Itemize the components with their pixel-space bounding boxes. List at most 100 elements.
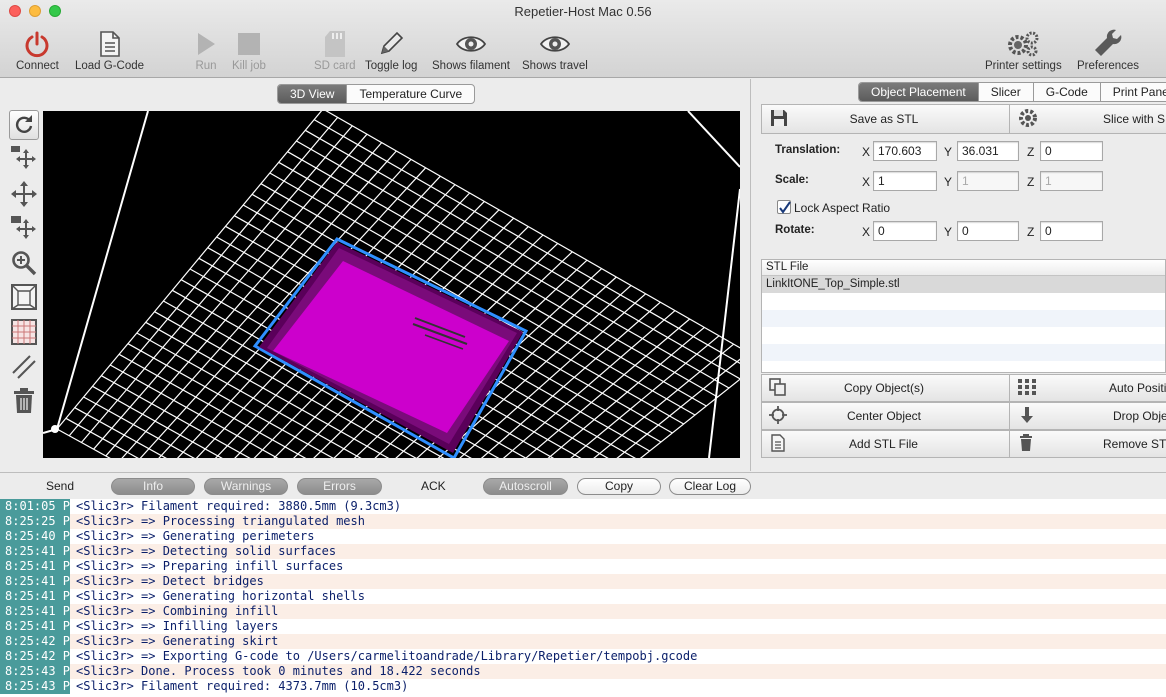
copy-log-button[interactable]: Copy — [577, 478, 661, 495]
scale-x-input[interactable]: 1 — [873, 171, 937, 191]
tab-object-placement[interactable]: Object Placement — [859, 83, 979, 101]
send-label[interactable]: Send — [46, 479, 74, 493]
remove-stl-button[interactable]: Remove STL — [1009, 430, 1166, 458]
translation-z-input[interactable]: 0 — [1040, 141, 1103, 161]
run-button[interactable]: Run — [194, 28, 218, 72]
lock-aspect-checkbox[interactable] — [777, 200, 791, 214]
log-row: 8:25:42 P <Slic3r> => Generating skirt — [0, 634, 1166, 649]
camera-move-icon — [10, 145, 38, 176]
trash-icon — [12, 387, 36, 418]
toggle-log-button[interactable]: Toggle log — [365, 28, 417, 72]
move-object-button[interactable] — [9, 215, 39, 245]
log-row: 8:25:43 P <Slic3r> Filament required: 437… — [0, 679, 1166, 694]
top-view-button[interactable] — [9, 318, 39, 348]
log-time: 8:25:43 P — [0, 679, 70, 694]
drop-object-button[interactable]: Drop Obje — [1009, 402, 1166, 430]
delete-object-button[interactable] — [9, 387, 39, 417]
parallel-projection-button[interactable] — [9, 353, 39, 383]
crosshair-icon — [769, 405, 787, 427]
stl-file-column-header[interactable]: STL File — [762, 260, 1165, 276]
zoom-button[interactable] — [9, 249, 39, 279]
tab-gcode[interactable]: G-Code — [1034, 83, 1101, 101]
view-tab-bar: 3D View Temperature Curve — [277, 84, 476, 104]
log-message: <Slic3r> => Exporting G-code to /Users/c… — [76, 649, 698, 663]
copy-objects-button[interactable]: Copy Object(s) — [761, 374, 1010, 402]
magnifier-icon — [11, 250, 37, 279]
log-message: <Slic3r> => Detect bridges — [76, 574, 264, 588]
errors-filter-toggle[interactable]: Errors — [297, 478, 382, 495]
auto-position-button[interactable]: Auto Positi — [1009, 374, 1166, 402]
log-row: 8:25:42 P <Slic3r> => Exporting G-code to… — [0, 649, 1166, 664]
run-label: Run — [195, 60, 217, 72]
ack-label[interactable]: ACK — [421, 479, 446, 493]
eye-icon — [455, 28, 487, 60]
tab-slicer[interactable]: Slicer — [979, 83, 1034, 101]
kill-job-button[interactable]: Kill job — [232, 28, 266, 72]
drop-object-label: Drop Obje — [1113, 409, 1166, 423]
connect-button[interactable]: Connect — [16, 28, 59, 72]
translation-x-input[interactable]: 170.603 — [873, 141, 937, 161]
log-message: <Slic3r> => Generating horizontal shells — [76, 589, 365, 603]
scale-label: Scale: — [775, 174, 809, 186]
translation-y-input[interactable]: 36.031 — [957, 141, 1019, 161]
move-arrows-icon — [10, 180, 38, 211]
tab-3d-view[interactable]: 3D View — [278, 85, 348, 103]
auto-position-label: Auto Positi — [1109, 381, 1166, 395]
warnings-filter-toggle[interactable]: Warnings — [204, 478, 288, 495]
log-row: 8:25:40 P <Slic3r> => Generating perimete… — [0, 529, 1166, 544]
lock-aspect-label: Lock Aspect Ratio — [794, 201, 891, 215]
save-stl-button[interactable]: Save as STL — [761, 104, 1010, 134]
clear-log-button[interactable]: Clear Log — [669, 478, 751, 495]
parallel-lines-icon — [10, 353, 38, 384]
preferences-button[interactable]: Preferences — [1077, 28, 1139, 72]
rotate-camera-button[interactable] — [9, 145, 39, 175]
log-message: <Slic3r> => Processing triangulated mesh — [76, 514, 365, 528]
tab-temperature-curve[interactable]: Temperature Curve — [347, 85, 474, 103]
log-message: <Slic3r> Filament required: 4373.7mm (10… — [76, 679, 409, 693]
sd-card-button[interactable]: SD card — [314, 28, 356, 72]
rotate-z-input[interactable]: 0 — [1040, 221, 1103, 241]
shows-filament-button[interactable]: Shows filament — [432, 28, 510, 72]
add-stl-button[interactable]: Add STL File — [761, 430, 1010, 458]
move-view-button[interactable] — [9, 180, 39, 210]
stop-icon — [236, 28, 262, 60]
load-gcode-button[interactable]: Load G-Code — [75, 28, 144, 72]
log-row: 8:25:41 P <Slic3r> => Generating horizont… — [0, 589, 1166, 604]
rotate-x-input[interactable]: 0 — [873, 221, 937, 241]
reset-view-button[interactable] — [9, 110, 39, 140]
shows-filament-label: Shows filament — [432, 60, 510, 72]
scale-z-input: 1 — [1040, 171, 1103, 191]
printer-settings-button[interactable]: Printer settings — [985, 28, 1062, 72]
power-icon — [23, 28, 51, 60]
pencil-icon — [377, 28, 405, 60]
refresh-icon — [13, 113, 35, 138]
sd-card-label: SD card — [314, 60, 356, 72]
log-time: 8:25:41 P — [0, 604, 70, 619]
wrench-icon — [1093, 28, 1123, 60]
right-tab-bar: Object Placement Slicer G-Code Print Pan… — [858, 82, 1166, 102]
shows-travel-label: Shows travel — [522, 60, 588, 72]
rotate-y-label: Y — [944, 225, 953, 239]
log-row: 8:25:41 P <Slic3r> => Detecting solid sur… — [0, 544, 1166, 559]
shows-travel-button[interactable]: Shows travel — [522, 28, 588, 72]
connect-label: Connect — [16, 60, 59, 72]
log-time: 8:25:43 P — [0, 664, 70, 679]
rotate-y-input[interactable]: 0 — [957, 221, 1019, 241]
info-filter-toggle[interactable]: Info — [111, 478, 195, 495]
center-object-label: Center Object — [846, 409, 922, 423]
tab-print-panel[interactable]: Print Panel — [1101, 83, 1166, 101]
log-list[interactable]: 8:01:05 P <Slic3r> Filament required: 388… — [0, 499, 1166, 697]
3d-viewport[interactable] — [43, 111, 740, 458]
center-object-button[interactable]: Center Object — [761, 402, 1010, 430]
arrow-down-icon — [1019, 406, 1035, 427]
kill-job-label: Kill job — [232, 60, 266, 72]
eye-icon — [539, 28, 571, 60]
iso-view-button[interactable] — [9, 283, 39, 313]
scale-y-input: 1 — [957, 171, 1019, 191]
slice-with-button[interactable]: Slice with S — [1009, 104, 1166, 134]
autoscroll-toggle[interactable]: Autoscroll — [483, 478, 568, 495]
stl-object[interactable] — [252, 237, 529, 458]
log-row: 8:01:05 P <Slic3r> Filament required: 388… — [0, 499, 1166, 514]
stl-file-row[interactable]: LinkItONE_Top_Simple.stl — [762, 276, 1165, 293]
grid-view-icon — [10, 318, 38, 349]
